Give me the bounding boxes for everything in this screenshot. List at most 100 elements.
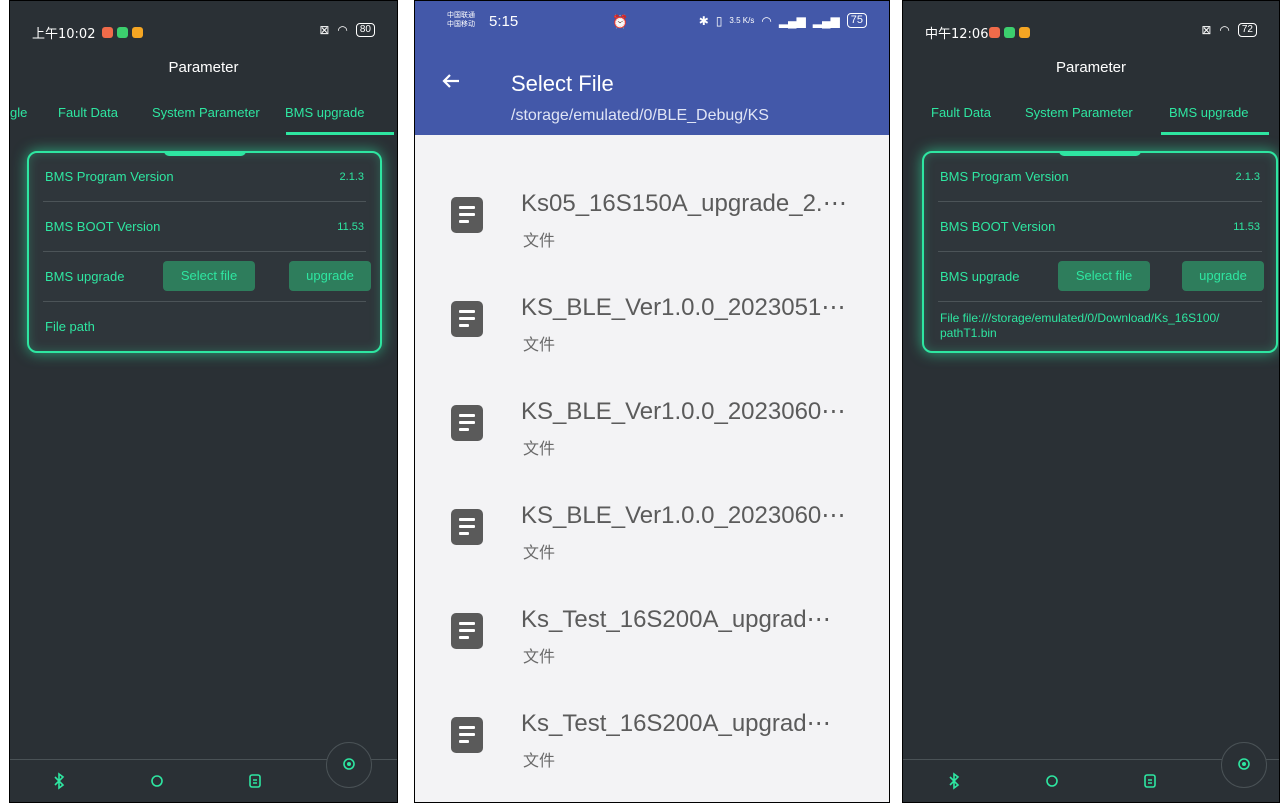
program-version-value: 2.1.3 bbox=[339, 171, 364, 183]
upgrade-button[interactable]: upgrade bbox=[1182, 261, 1264, 291]
battery-indicator: 80 bbox=[355, 23, 375, 37]
program-version-row: BMS Program Version 2.1.3 bbox=[938, 153, 1262, 202]
tab-bar: gle Fault Data System Parameter BMS upgr… bbox=[10, 93, 397, 135]
tab-partial[interactable]: gle bbox=[10, 105, 27, 120]
app-notification-icon bbox=[102, 27, 113, 38]
file-type: 文件 bbox=[523, 337, 556, 354]
app-notification-icon bbox=[117, 27, 128, 38]
document-icon[interactable] bbox=[246, 772, 264, 790]
carrier-1: 中国联通 bbox=[447, 12, 475, 19]
status-bar: 中国联通 中国移动 5:15 ⏰ ✱ ▯ 3.5 K/s ◠ ▂▄▆ ▂▄▆ 7… bbox=[415, 1, 889, 43]
refresh-icon[interactable] bbox=[1043, 772, 1061, 790]
tab-bms-upgrade[interactable]: BMS upgrade bbox=[1169, 105, 1249, 120]
refresh-icon[interactable] bbox=[148, 772, 166, 790]
file-list-item[interactable]: KS_BLE_Ver1.0.0_2023060⋯ 文件 bbox=[415, 473, 889, 577]
wifi-icon: ◠ bbox=[337, 23, 348, 37]
file-icon bbox=[451, 613, 483, 649]
notification-icons bbox=[989, 27, 1030, 38]
program-version-value: 2.1.3 bbox=[1235, 171, 1260, 183]
status-time: 上午10:02 bbox=[32, 27, 96, 42]
file-list-item[interactable]: KS_BLE_Ver1.0.0_2023060⋯ 文件 bbox=[415, 369, 889, 473]
upgrade-button[interactable]: upgrade bbox=[289, 261, 371, 291]
app-notification-icon bbox=[989, 27, 1000, 38]
signal-icon: ▂▄▆ bbox=[778, 13, 806, 28]
file-list-item[interactable]: Ks_Test_16S200A_upgrad⋯ 文件 bbox=[415, 681, 889, 785]
file-path-row: File file:///storage/emulated/0/Download… bbox=[938, 301, 1262, 347]
bms-info-card: BMS Program Version 2.1.3 BMS BOOT Versi… bbox=[922, 151, 1278, 353]
boot-version-label: BMS BOOT Version bbox=[940, 219, 1056, 234]
signal-icon: ▂▄▆ bbox=[812, 13, 840, 28]
tab-system-parameter[interactable]: System Parameter bbox=[1025, 105, 1133, 120]
file-path-line2: pathT1.bin bbox=[940, 326, 997, 340]
program-version-row: BMS Program Version 2.1.3 bbox=[43, 153, 366, 202]
file-type: 文件 bbox=[523, 753, 556, 770]
file-path-line1: File file:///storage/emulated/0/Download… bbox=[940, 311, 1220, 325]
bluetooth-icon[interactable] bbox=[50, 772, 68, 790]
tab-bms-upgrade[interactable]: BMS upgrade bbox=[285, 105, 365, 120]
left-phone-screen: 上午10:02 ⊠ ◠ 80 Parameter gle Fault Data … bbox=[9, 0, 398, 803]
status-time: 中午12:06 bbox=[925, 27, 989, 42]
file-type: 文件 bbox=[523, 649, 556, 666]
boot-version-label: BMS BOOT Version bbox=[45, 219, 161, 234]
tab-fault-data[interactable]: Fault Data bbox=[58, 105, 118, 120]
file-icon bbox=[451, 405, 483, 441]
notification-icons bbox=[102, 27, 143, 38]
current-path: /storage/emulated/0/BLE_Debug/KS bbox=[511, 107, 769, 124]
select-file-button[interactable]: Select file bbox=[163, 261, 255, 291]
wifi-icon: ◠ bbox=[1219, 23, 1230, 37]
file-name: KS_BLE_Ver1.0.0_2023051⋯ bbox=[521, 294, 846, 321]
boot-version-row: BMS BOOT Version 11.53 bbox=[43, 201, 366, 252]
back-arrow-icon[interactable] bbox=[439, 69, 463, 93]
app-notification-icon bbox=[132, 27, 143, 38]
settings-fab[interactable] bbox=[1221, 742, 1267, 788]
active-tab-indicator bbox=[1161, 132, 1269, 135]
file-icon bbox=[451, 197, 483, 233]
document-icon[interactable] bbox=[1141, 772, 1159, 790]
file-icon bbox=[451, 717, 483, 753]
file-icon bbox=[451, 301, 483, 337]
net-speed: 3.5 K/s bbox=[729, 16, 755, 25]
boot-version-value: 11.53 bbox=[1233, 221, 1260, 233]
upgrade-label: BMS upgrade bbox=[940, 269, 1020, 284]
bluetooth-icon: ✱ bbox=[698, 13, 709, 28]
close-box-icon: ⊠ bbox=[1201, 23, 1212, 37]
app-bar: Select File /storage/emulated/0/BLE_Debu… bbox=[415, 43, 889, 135]
app-notification-icon bbox=[1019, 27, 1030, 38]
boot-version-value: 11.53 bbox=[337, 221, 364, 233]
battery-indicator: 75 bbox=[846, 13, 867, 28]
wifi-icon: ◠ bbox=[761, 13, 772, 28]
upgrade-row: BMS upgrade Select file upgrade bbox=[938, 251, 1264, 302]
bluetooth-icon[interactable] bbox=[945, 772, 963, 790]
upgrade-row: BMS upgrade Select file upgrade bbox=[43, 251, 371, 302]
status-bar: 中午12:06 ⊠ ◠ 72 bbox=[903, 21, 1279, 47]
file-name: Ks_Test_16S200A_upgrad⋯ bbox=[521, 710, 831, 737]
file-list-item[interactable]: KS_BLE_Ver1.0.0_2023051⋯ 文件 bbox=[415, 265, 889, 369]
status-time: 5:15 bbox=[489, 13, 519, 30]
program-version-label: BMS Program Version bbox=[45, 169, 174, 184]
boot-version-row: BMS BOOT Version 11.53 bbox=[938, 201, 1262, 252]
file-picker-screen: 中国联通 中国移动 5:15 ⏰ ✱ ▯ 3.5 K/s ◠ ▂▄▆ ▂▄▆ 7… bbox=[414, 0, 890, 803]
close-box-icon: ⊠ bbox=[319, 23, 330, 37]
file-type: 文件 bbox=[523, 441, 556, 458]
upgrade-label: BMS upgrade bbox=[45, 269, 125, 284]
file-path-row: File path bbox=[43, 301, 366, 347]
file-path-label: File path bbox=[45, 319, 95, 334]
program-version-label: BMS Program Version bbox=[940, 169, 1069, 184]
select-file-button[interactable]: Select file bbox=[1058, 261, 1150, 291]
vibrate-icon: ▯ bbox=[715, 13, 723, 28]
battery-indicator: 72 bbox=[1237, 23, 1257, 37]
file-type: 文件 bbox=[523, 545, 556, 562]
file-icon bbox=[451, 509, 483, 545]
file-list-item[interactable]: Ks_Test_16S200A_upgrad⋯ 文件 bbox=[415, 577, 889, 681]
file-list-item[interactable]: Ks05_16S150A_upgrade_2.⋯ 文件 bbox=[415, 161, 889, 265]
page-title: Parameter bbox=[168, 59, 239, 76]
tab-fault-data[interactable]: Fault Data bbox=[931, 105, 991, 120]
status-bar: 上午10:02 ⊠ ◠ 80 bbox=[10, 21, 397, 47]
settings-fab[interactable] bbox=[326, 742, 372, 788]
tab-system-parameter[interactable]: System Parameter bbox=[152, 105, 260, 120]
tab-bar: Fault Data System Parameter BMS upgrade bbox=[903, 93, 1279, 135]
carrier-2: 中国移动 bbox=[447, 21, 475, 28]
file-name: Ks05_16S150A_upgrade_2.⋯ bbox=[521, 190, 847, 217]
active-tab-indicator bbox=[286, 132, 394, 135]
carrier-labels: 中国联通 中国移动 bbox=[447, 11, 475, 29]
